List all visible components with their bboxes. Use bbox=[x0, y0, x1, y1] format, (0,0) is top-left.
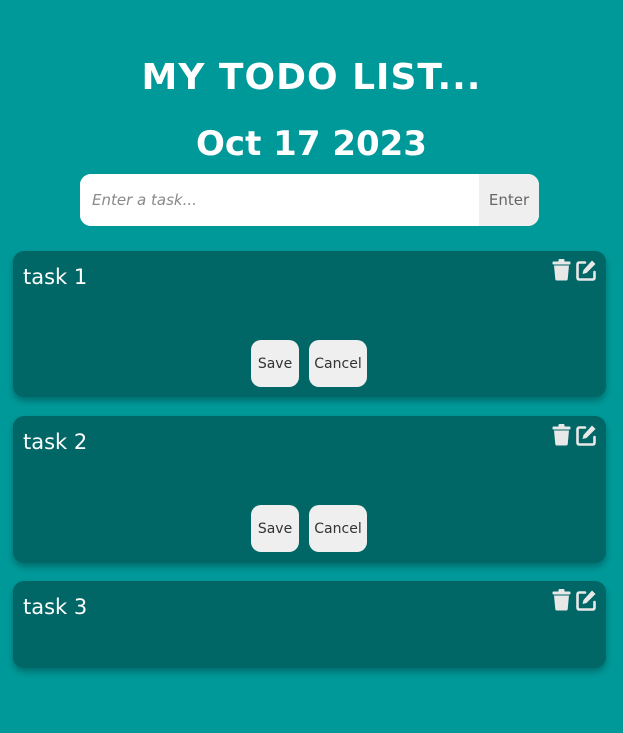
edit-icon[interactable] bbox=[576, 589, 597, 611]
task-text: task 3 bbox=[23, 595, 88, 619]
date-heading: Oct 17 2023 bbox=[196, 124, 427, 164]
edit-icon[interactable] bbox=[576, 424, 597, 446]
trash-icon[interactable] bbox=[552, 259, 573, 281]
save-button[interactable]: Save bbox=[251, 505, 299, 552]
task-card: task 3 bbox=[13, 581, 606, 668]
cancel-button[interactable]: Cancel bbox=[309, 505, 367, 552]
add-task-bar: Enter bbox=[80, 174, 539, 226]
trash-icon[interactable] bbox=[552, 424, 573, 446]
page-title: MY TODO LIST... bbox=[141, 57, 482, 98]
save-button[interactable]: Save bbox=[251, 340, 299, 387]
edit-icon[interactable] bbox=[576, 259, 597, 281]
task-card: task 1 Save Cancel bbox=[13, 251, 606, 397]
task-input[interactable] bbox=[80, 174, 479, 226]
task-text: task 2 bbox=[23, 430, 88, 454]
task-text: task 1 bbox=[23, 265, 88, 289]
cancel-button[interactable]: Cancel bbox=[309, 340, 367, 387]
trash-icon[interactable] bbox=[552, 589, 573, 611]
enter-button[interactable]: Enter bbox=[479, 174, 539, 226]
task-card: task 2 Save Cancel bbox=[13, 416, 606, 563]
